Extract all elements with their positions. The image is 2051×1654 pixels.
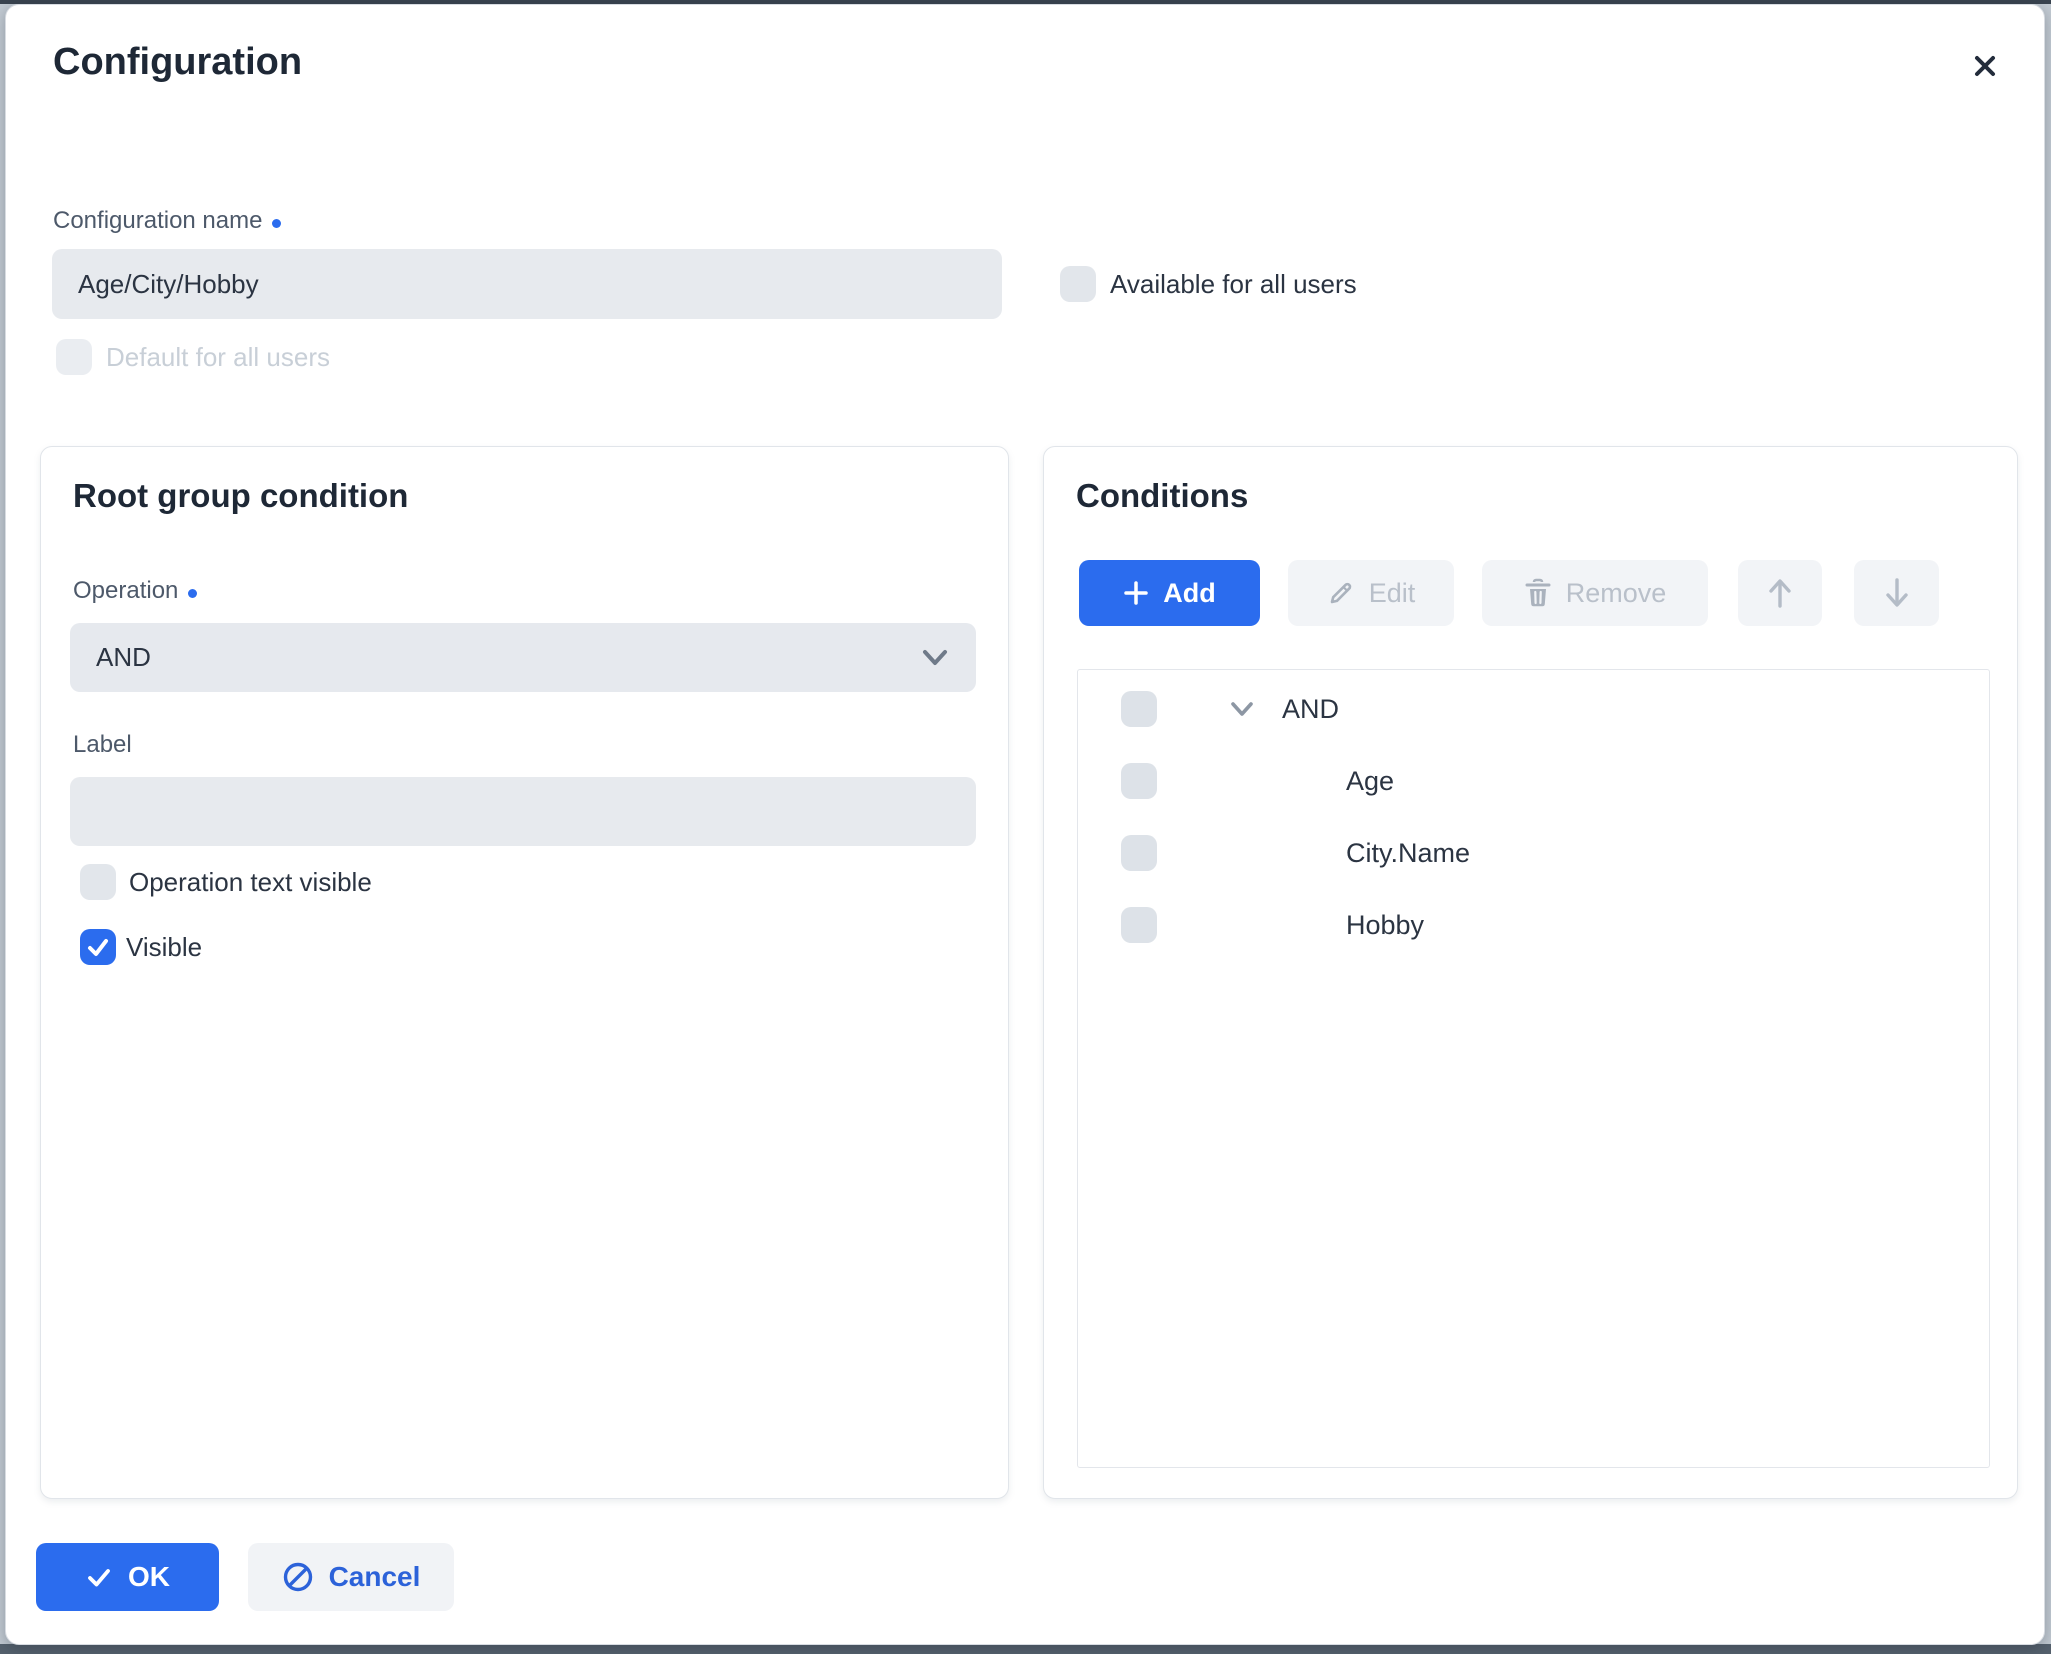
add-button[interactable]: Add xyxy=(1079,560,1260,626)
ok-button[interactable]: OK xyxy=(36,1543,219,1611)
tree-item-label[interactable]: City.Name xyxy=(1346,835,1470,871)
visible-label: Visible xyxy=(126,932,203,962)
cancel-button-label: Cancel xyxy=(328,1561,421,1592)
required-dot xyxy=(188,588,198,598)
close-button[interactable] xyxy=(1968,49,2002,83)
label-input[interactable] xyxy=(70,777,976,846)
operation-select[interactable]: AND xyxy=(70,623,976,692)
tree-root-checkbox[interactable] xyxy=(1121,691,1157,727)
available-for-all-users-label: Available for all users xyxy=(1110,269,1357,299)
default-for-all-users-checkbox xyxy=(56,339,92,375)
operation-select-value: AND xyxy=(96,642,151,672)
ok-button-label: OK xyxy=(128,1561,170,1592)
operation-text-visible-label: Operation text visible xyxy=(129,867,372,897)
edit-button[interactable]: Edit xyxy=(1288,560,1454,626)
remove-button-label: Remove xyxy=(1565,577,1667,608)
tree-item-checkbox[interactable] xyxy=(1121,763,1157,799)
default-for-all-users-label: Default for all users xyxy=(106,342,330,372)
close-icon xyxy=(1975,56,1995,76)
configuration-name-label: Configuration name xyxy=(53,207,282,235)
dialog-title: Configuration xyxy=(53,41,303,83)
remove-button[interactable]: Remove xyxy=(1482,560,1708,626)
pencil-icon xyxy=(1330,582,1351,604)
move-down-button[interactable] xyxy=(1854,560,1939,626)
check-icon xyxy=(88,1569,110,1587)
root-group-condition-title: Root group condition xyxy=(73,477,409,514)
trash-icon xyxy=(1525,578,1551,607)
cancel-button[interactable]: Cancel xyxy=(248,1543,454,1611)
operation-text-visible-checkbox[interactable] xyxy=(80,864,116,900)
configuration-name-label-text: Configuration name xyxy=(53,207,263,234)
chevron-down-icon xyxy=(923,649,947,665)
arrow-down-icon xyxy=(1885,578,1908,607)
label-field-label-text: Label xyxy=(73,731,132,758)
check-icon xyxy=(88,939,108,956)
label-field-label: Label xyxy=(73,731,132,759)
conditions-tree: AND Age City.Name Hobby xyxy=(1077,669,1990,1468)
plus-icon xyxy=(1124,581,1148,605)
tree-item-label[interactable]: Hobby xyxy=(1346,907,1424,943)
required-dot xyxy=(272,218,282,228)
visible-checkbox[interactable] xyxy=(80,929,116,965)
slash-circle-icon xyxy=(283,1562,312,1592)
edit-button-label: Edit xyxy=(1368,577,1416,608)
conditions-card: Conditions Add Edit Remove AND Age City.… xyxy=(1043,446,2018,1499)
arrow-up-icon xyxy=(1769,579,1791,608)
operation-label-text: Operation xyxy=(73,577,179,604)
tree-item-checkbox[interactable] xyxy=(1121,907,1157,943)
tree-item-checkbox[interactable] xyxy=(1121,835,1157,871)
tree-item-label[interactable]: Age xyxy=(1346,763,1394,799)
available-for-all-users-checkbox[interactable] xyxy=(1060,266,1096,302)
operation-label: Operation xyxy=(73,577,198,605)
backdrop-bottom-edge xyxy=(0,1644,2051,1654)
root-group-condition-card: Root group condition Operation AND Label… xyxy=(40,446,1009,1499)
configuration-dialog: Configuration Configuration name Availab… xyxy=(5,4,2045,1645)
configuration-name-input[interactable] xyxy=(52,249,1002,319)
conditions-title: Conditions xyxy=(1076,477,1249,514)
tree-root-label[interactable]: AND xyxy=(1282,691,1339,727)
add-button-label: Add xyxy=(1163,577,1216,608)
chevron-down-icon[interactable] xyxy=(1224,697,1260,723)
move-up-button[interactable] xyxy=(1738,560,1822,626)
